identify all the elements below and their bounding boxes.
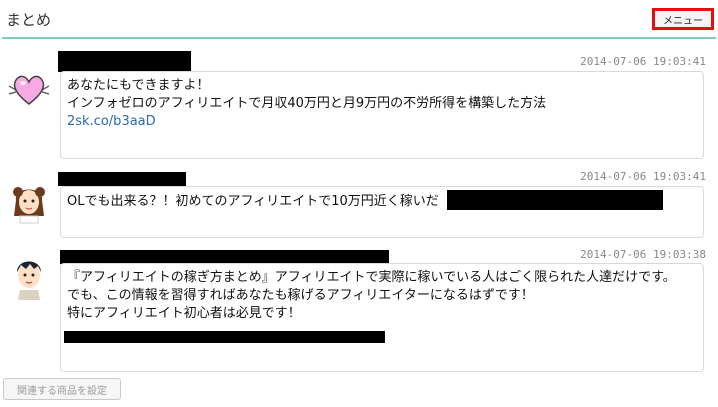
redacted-text (64, 331, 385, 343)
post-message: 『アフィリエイトの稼ぎ方まとめ』アフィリエイトで実際に稼いでいる人はごく限られた… (60, 263, 704, 372)
message-line: インフォゼロのアフィリエイトで月収40万円と月9万円の不労所得を構築した方法 (67, 96, 547, 111)
message-line: 特にアフィリエイト初心者は必見です！ (67, 306, 301, 321)
timestamp: 2014-07-06 19:03:41 (580, 55, 706, 68)
header-divider (2, 37, 716, 39)
post-link[interactable]: 2sk.co/b3aaD (67, 113, 697, 131)
timestamp: 2014-07-06 19:03:41 (580, 170, 706, 183)
header: まとめ メニュー (0, 0, 718, 38)
redacted-text (447, 190, 663, 210)
page-title: まとめ (6, 11, 52, 29)
menu-button[interactable]: メニュー (652, 8, 714, 30)
heart-icon (6, 66, 52, 112)
set-related-product-button[interactable]: 関連する商品を設定 (3, 378, 121, 400)
man-avatar-icon (6, 254, 52, 300)
post-message: あなたにもできますよ！ インフォゼロのアフィリエイトで月収40万円と月9万円の不… (60, 71, 704, 159)
message-line: あなたにもできますよ！ (67, 78, 210, 93)
message-line: 『アフィリエイトの稼ぎ方まとめ』アフィリエイトで実際に稼いでいる人はごく限られた… (67, 270, 676, 285)
redacted-username (58, 172, 186, 186)
redacted-username (60, 250, 389, 264)
timestamp: 2014-07-06 19:03:38 (580, 248, 706, 261)
message-line: でも、この情報を習得すればあなたも稼げるアフィリエイターになるはずです！ (67, 288, 534, 303)
girl-avatar-icon (6, 178, 52, 224)
redacted-username (58, 51, 191, 72)
